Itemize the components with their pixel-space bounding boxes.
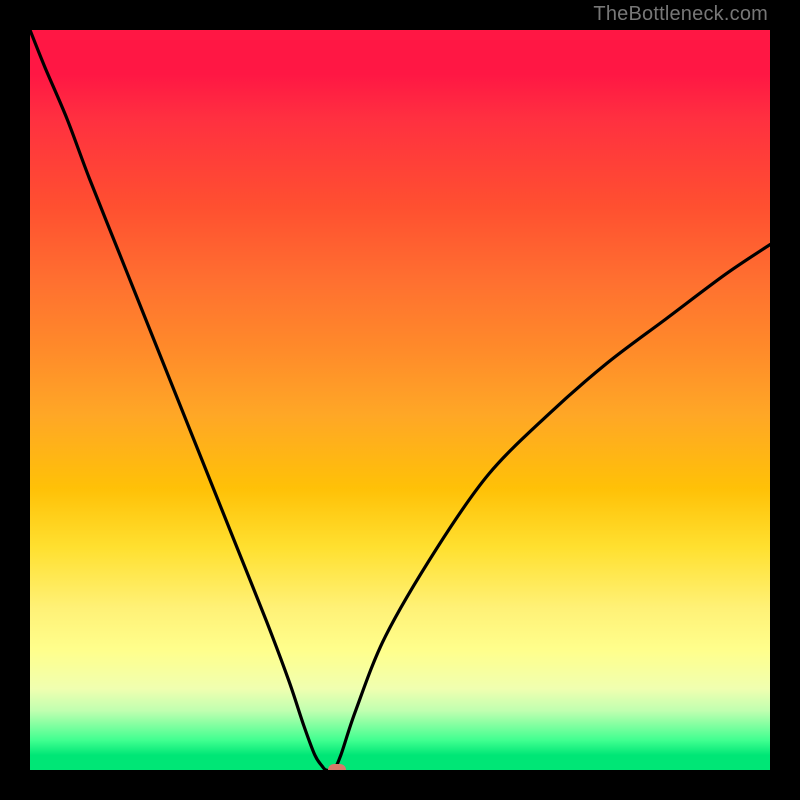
- curve-layer: [30, 30, 770, 770]
- plot-area: [30, 30, 770, 770]
- bottleneck-curve: [30, 30, 770, 770]
- chart-frame: TheBottleneck.com: [0, 0, 800, 800]
- optimum-point-marker: [328, 764, 346, 770]
- watermark-text: TheBottleneck.com: [593, 3, 768, 26]
